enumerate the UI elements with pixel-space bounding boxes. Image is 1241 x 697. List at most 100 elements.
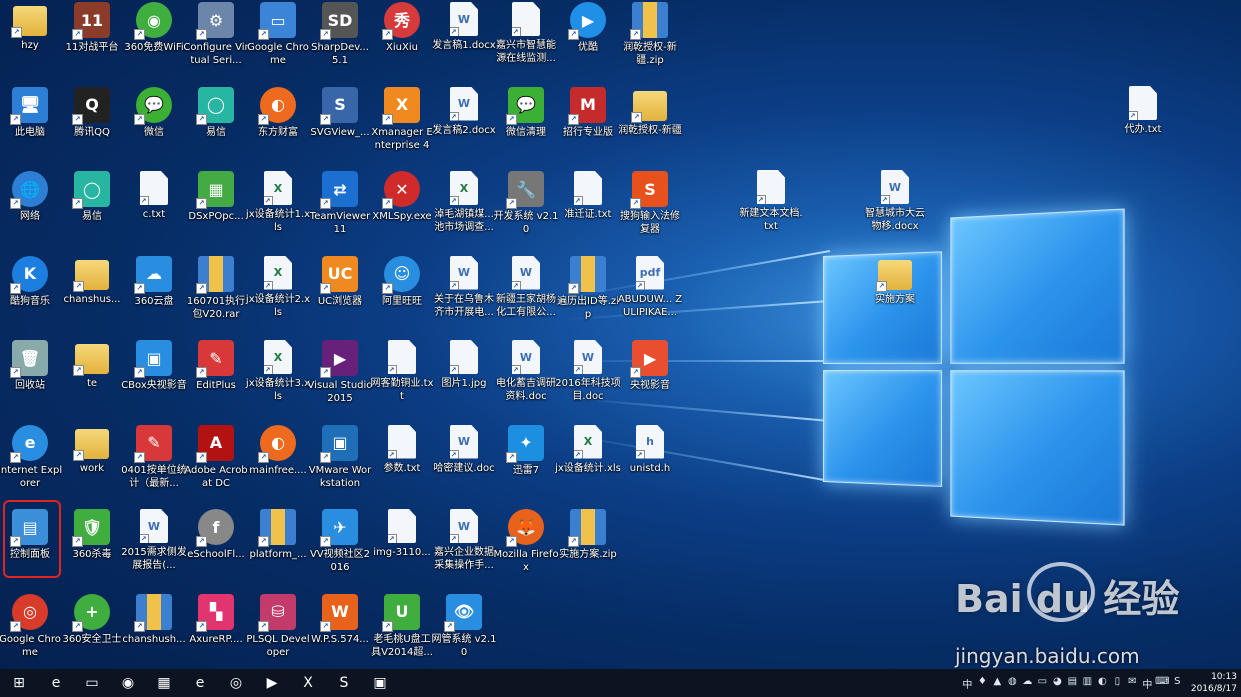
desktop-icon[interactable]: 💬 ↗ 微信清理: [493, 86, 559, 139]
desktop-icon[interactable]: f ↗ eSchoolFl...: [183, 509, 249, 561]
tray-icon[interactable]: S: [1170, 676, 1185, 691]
desktop-icon[interactable]: ◎ ↗ Google Chrome: [0, 593, 63, 659]
tray-icon[interactable]: 中: [1140, 676, 1155, 691]
desktop-icon[interactable]: X ↗ jx设备统计3.xls: [245, 340, 311, 403]
app-taskbar-button[interactable]: ▣: [362, 669, 398, 697]
visual-studio-taskbar-button[interactable]: ▶: [254, 669, 290, 697]
desktop-icon[interactable]: M ↗ 招行专业版: [555, 86, 621, 139]
desktop-icon[interactable]: 🦊 ↗ Mozilla Firefox: [493, 509, 559, 574]
desktop-icon[interactable]: 🛡 ↗ 360杀毒: [59, 509, 125, 561]
desktop-icon[interactable]: ↗ 润乾授权-新疆: [617, 87, 683, 137]
desktop-icon[interactable]: 👁 ↗ 网管系统 v2.10: [431, 593, 497, 659]
desktop-icon[interactable]: ↗ 遍历出ID等.zip: [555, 255, 621, 321]
tray-icon[interactable]: ▲: [990, 676, 1005, 691]
chrome-taskbar-button[interactable]: ◎: [218, 669, 254, 697]
desktop-icon[interactable]: ↗ img-3110...: [369, 509, 435, 559]
desktop-icon[interactable]: ▭ ↗ Google Chrome: [245, 2, 311, 67]
desktop-icon[interactable]: ↗ 参数.txt: [369, 424, 435, 475]
desktop-icon[interactable]: ⚙ ↗ Configure Virtual Seri...: [183, 2, 249, 67]
desktop-icon[interactable]: 🖥 ↗ 此电脑: [0, 86, 63, 139]
tray-icon[interactable]: ◍: [1005, 676, 1020, 691]
desktop-icon[interactable]: ↗ 实施方案.zip: [555, 509, 621, 561]
desktop-icon[interactable]: ✈ ↗ VV视频社区2016: [307, 509, 373, 574]
desktop-icon[interactable]: ↗ 图片1.jpg: [431, 340, 497, 390]
desktop-icon[interactable]: ☺ ↗ 阿里旺旺: [369, 255, 435, 308]
desktop-icon[interactable]: ↗ c.txt: [121, 171, 187, 221]
xmlspy-taskbar-button[interactable]: S: [326, 669, 362, 697]
desktop-icon[interactable]: ↗ chanshus...: [59, 256, 125, 306]
desktop-icon[interactable]: ▣ ↗ CBox央视影音: [121, 340, 187, 392]
desktop-icon[interactable]: W ↗ 发言稿2.docx: [431, 86, 497, 137]
desktop-icon[interactable]: X ↗ jx设备统计.xls: [555, 424, 621, 475]
desktop-icon[interactable]: ☁ ↗ 360云盘: [121, 255, 187, 308]
desktop-icon[interactable]: 🗑 ↗ 回收站: [0, 340, 63, 392]
start-button[interactable]: ⊞: [0, 669, 38, 697]
desktop-icon[interactable]: W ↗ 智慧城市大云物移.docx: [862, 170, 928, 233]
desktop-icon[interactable]: ◯ ↗ 易信: [183, 86, 249, 139]
desktop-icon[interactable]: ◉ ↗ 360免费WiFi: [121, 2, 187, 54]
desktop-icon[interactable]: W ↗ 2016年科技项目.doc: [555, 340, 621, 403]
desktop-icon[interactable]: ▶ ↗ 央视影音: [617, 340, 683, 392]
desktop-icon[interactable]: S ↗ 搜狗输入法修复器: [617, 171, 683, 236]
tray-icon[interactable]: ▤: [1065, 676, 1080, 691]
desktop-icon[interactable]: W ↗ 关于在乌鲁木齐市开展电...: [431, 255, 497, 319]
tray-icon[interactable]: ▥: [1080, 676, 1095, 691]
desktop-icon[interactable]: W ↗ 电化蓄吉调研资料.doc: [493, 340, 559, 403]
tray-icon[interactable]: ✉: [1125, 676, 1140, 691]
desktop-icon[interactable]: ↗ 160701执行包V20.rar: [183, 255, 249, 321]
desktop-icon[interactable]: ↗ platform_...: [245, 509, 311, 561]
desktop-icon[interactable]: 11 ↗ 11对战平台: [59, 2, 125, 54]
xmanager-taskbar-button[interactable]: X: [290, 669, 326, 697]
tray-icon[interactable]: 中: [960, 676, 975, 691]
tray-icon[interactable]: ▭: [1035, 676, 1050, 691]
desktop-icon[interactable]: W ↗ W.P.S.574...: [307, 593, 373, 646]
desktop-icon[interactable]: 秀 ↗ XiuXiu: [369, 2, 435, 54]
calculator-taskbar-button[interactable]: ▦: [146, 669, 182, 697]
desktop-icon[interactable]: A ↗ Adobe Acrobat DC: [183, 424, 249, 490]
desktop-icon[interactable]: + ↗ 360安全卫士: [59, 593, 125, 646]
edge-taskbar-button[interactable]: e: [182, 669, 218, 697]
desktop-icon[interactable]: W ↗ 哈密建议.doc: [431, 424, 497, 475]
desktop-icon[interactable]: ✦ ↗ 迅雷7: [493, 424, 559, 477]
file-explorer-taskbar-button[interactable]: ▭: [74, 669, 110, 697]
desktop-icon[interactable]: ▣ ↗ VMware Workstation: [307, 424, 373, 490]
clock[interactable]: 10:13 2016/8/17: [1191, 671, 1237, 695]
desktop-icon[interactable]: X ↗ 淖毛湖镇煤...池市场调查...: [431, 171, 497, 234]
desktop-icon[interactable]: ↗ 实施方案: [862, 256, 928, 306]
desktop-icon[interactable]: W ↗ 2015需求侧发展报告(...: [121, 509, 187, 572]
desktop-icon[interactable]: ↗ 准迁证.txt: [555, 171, 621, 221]
desktop-icon[interactable]: ◐ ↗ mainfree....: [245, 424, 311, 477]
desktop-icon[interactable]: ↗ chanshush...: [121, 593, 187, 646]
ie-taskbar-button[interactable]: e: [38, 669, 74, 697]
desktop-icon[interactable]: ↗ 新建文本文档.txt: [738, 170, 804, 233]
desktop-icon[interactable]: ▶ ↗ Visual Studio 2015: [307, 340, 373, 405]
desktop-icon[interactable]: ↗ 嘉兴市智慧能源在线监测...: [493, 2, 559, 65]
tray-icon[interactable]: ◐: [1095, 676, 1110, 691]
desktop-icon[interactable]: X ↗ Xmanager Enterprise 4: [369, 86, 435, 152]
desktop-icon[interactable]: ⇄ ↗ TeamViewer 11: [307, 171, 373, 236]
desktop-icon[interactable]: ↗ 润乾授权-新疆.zip: [617, 2, 683, 67]
desktop-icon[interactable]: ◯ ↗ 易信: [59, 171, 125, 223]
desktop-icon[interactable]: SD ↗ SharpDev... 5.1: [307, 2, 373, 67]
desktop-icon[interactable]: X ↗ jx设备统计2.xls: [245, 255, 311, 319]
desktop-icon[interactable]: ✎ ↗ 0401按单位统计（最新...: [121, 424, 187, 490]
desktop-icon[interactable]: K ↗ 酷狗音乐: [0, 255, 63, 308]
desktop-icon[interactable]: ⛁ ↗ PLSQL Developer: [245, 593, 311, 659]
tray-icon[interactable]: ⌨: [1155, 676, 1170, 691]
desktop-icon[interactable]: ↗ 网客勤铜业.txt: [369, 340, 435, 403]
desktop-icon[interactable]: ↗ 代办.txt: [1110, 86, 1176, 136]
desktop-icon[interactable]: UC ↗ UC浏览器: [307, 255, 373, 308]
desktop-icon[interactable]: W ↗ 新疆王家胡杨化工有限公...: [493, 255, 559, 319]
desktop-icon[interactable]: 💬 ↗ 微信: [121, 86, 187, 139]
desktop-icon[interactable]: ✎ ↗ EditPlus: [183, 340, 249, 392]
desktop-icon[interactable]: X ↗ jx设备统计1.xls: [245, 171, 311, 234]
desktop-icon[interactable]: e ↗ Internet Explorer: [0, 424, 63, 490]
desktop-icon[interactable]: W ↗ 发言稿1.docx: [431, 2, 497, 52]
desktop-icon[interactable]: 🌐 ↗ 网络: [0, 171, 63, 223]
tray-icon[interactable]: ◕: [1050, 676, 1065, 691]
tray-icon[interactable]: ☁: [1020, 676, 1035, 691]
desktop-icon[interactable]: Q ↗ 腾讯QQ: [59, 86, 125, 139]
tray-icon[interactable]: ▯: [1110, 676, 1125, 691]
desktop-icon[interactable]: ✕ ↗ XMLSpy.exe: [369, 171, 435, 223]
desktop-icon[interactable]: S ↗ SVGView_...: [307, 86, 373, 139]
